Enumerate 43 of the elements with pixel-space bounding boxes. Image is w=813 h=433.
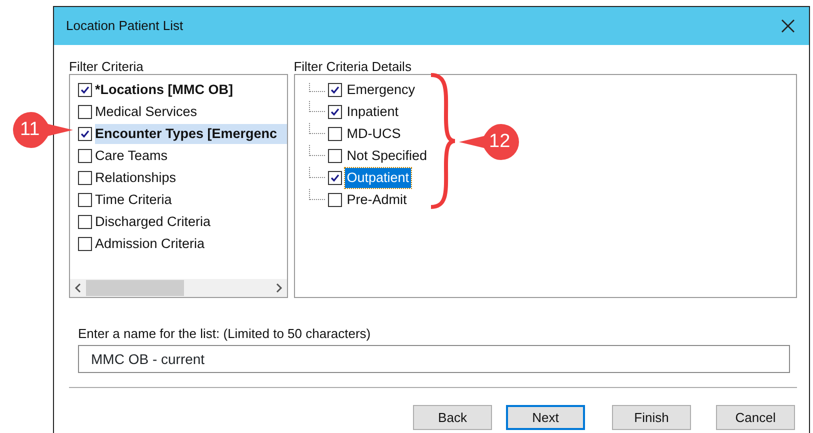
checkbox[interactable] <box>78 105 92 119</box>
checkbox[interactable] <box>78 215 92 229</box>
checkbox[interactable] <box>328 149 342 163</box>
tree-item[interactable]: Not Specified <box>344 146 429 166</box>
horizontal-scrollbar[interactable] <box>70 279 287 297</box>
checkbox[interactable] <box>328 171 342 185</box>
checkbox[interactable] <box>78 83 92 97</box>
list-item[interactable]: *Locations [MMC OB] <box>95 80 287 100</box>
tree-item[interactable]: Emergency <box>344 80 417 100</box>
list-name-field[interactable]: MMC OB - current <box>78 345 790 373</box>
tree-item[interactable]: Outpatient <box>344 168 411 188</box>
checkbox[interactable] <box>328 193 342 207</box>
tree-item[interactable]: Pre-Admit <box>344 190 409 210</box>
list-item[interactable]: Admission Criteria <box>95 234 287 254</box>
panel-label: Filter Criteria <box>69 59 144 74</box>
tree-item[interactable]: MD-UCS <box>344 124 403 144</box>
panel-label: Filter Criteria Details <box>294 59 412 74</box>
list-item[interactable]: Time Criteria <box>95 190 287 210</box>
checkbox[interactable] <box>78 149 92 163</box>
close-icon[interactable] <box>781 19 795 33</box>
list-item[interactable]: Encounter Types [Emergenc <box>95 124 287 144</box>
list-item[interactable]: Discharged Criteria <box>95 212 287 232</box>
list-item[interactable]: Relationships <box>95 168 287 188</box>
tree-item[interactable]: Inpatient <box>344 102 400 122</box>
checkbox[interactable] <box>328 127 342 141</box>
list-item[interactable]: Care Teams <box>95 146 287 166</box>
checkbox[interactable] <box>328 105 342 119</box>
window-title: Location Patient List <box>66 17 184 36</box>
checkbox[interactable] <box>78 193 92 207</box>
dialog-button[interactable]: Cancel <box>716 405 795 430</box>
list-item[interactable]: Medical Services <box>95 102 287 122</box>
checkbox[interactable] <box>78 127 92 141</box>
dialog-button[interactable]: Finish <box>612 405 691 430</box>
dialog-button[interactable]: Next <box>506 405 585 430</box>
checkbox[interactable] <box>328 83 342 97</box>
checkbox[interactable] <box>78 171 92 185</box>
scrollbar-thumb[interactable] <box>86 280 184 296</box>
callout-badge: 12 <box>458 123 520 161</box>
criteria-listbox[interactable]: *Locations [MMC OB] Medical Services Encounter Types [Emergenc Care Teams Relationships Time Criteria Discharged Criteria Admission Criteria <box>69 74 288 298</box>
field-label: Enter a name for the list: (Limited to 50 characters) <box>78 326 372 341</box>
checkbox[interactable] <box>78 237 92 251</box>
callout-badge: 11 <box>12 111 74 149</box>
dialog-button[interactable]: Back <box>413 405 492 430</box>
